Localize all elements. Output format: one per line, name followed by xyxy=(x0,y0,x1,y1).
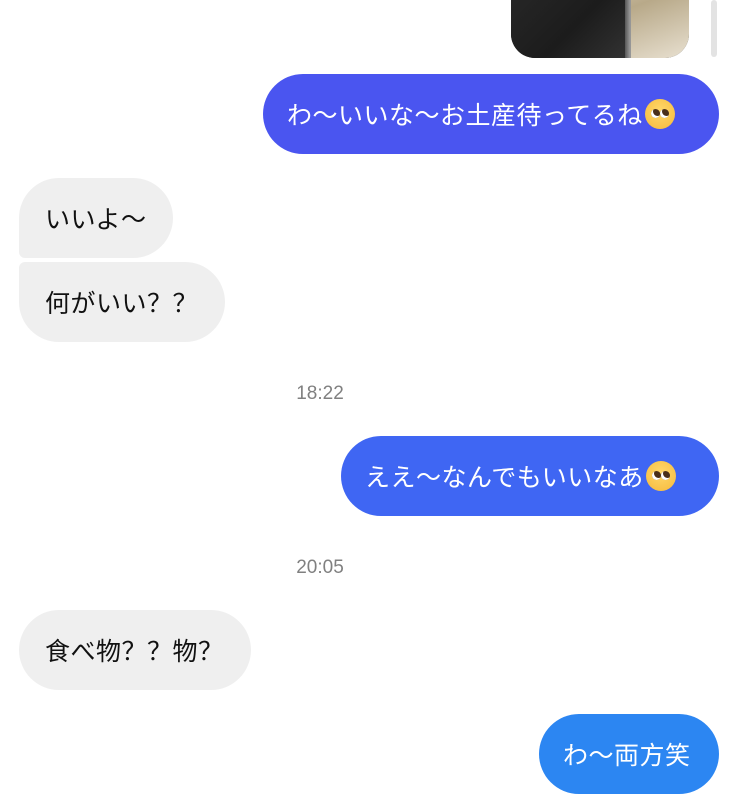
message-text: 何がいい？？ xyxy=(45,289,199,318)
incoming-message[interactable]: 食べ物？？物？ xyxy=(19,610,251,690)
shared-photo[interactable] xyxy=(511,0,689,58)
outgoing-message[interactable]: ええ〜なんでもいいなあ xyxy=(341,436,719,516)
timestamp: 18:22 xyxy=(296,383,344,404)
outgoing-message[interactable]: わ〜両方笑 xyxy=(539,714,719,794)
message-text: いいよ〜 xyxy=(45,205,147,234)
timestamp: 20:05 xyxy=(296,557,344,578)
message-text: わ〜両方笑 xyxy=(563,741,691,770)
incoming-message[interactable]: 何がいい？？ xyxy=(19,262,225,342)
photo-light-area xyxy=(631,0,689,58)
outgoing-message[interactable]: わ〜いいな〜お土産待ってるね xyxy=(263,74,719,154)
pleading-face-icon xyxy=(644,99,675,129)
pleading-face-icon xyxy=(645,461,676,491)
message-text: ええ〜なんでもいいなあ xyxy=(365,463,644,492)
photo-dark-area xyxy=(511,0,631,58)
message-text: 食べ物？？物？ xyxy=(45,637,224,666)
message-text: わ〜いいな〜お土産待ってるね xyxy=(287,101,643,130)
incoming-message[interactable]: いいよ〜 xyxy=(19,178,173,258)
scrollbar[interactable] xyxy=(711,0,717,57)
